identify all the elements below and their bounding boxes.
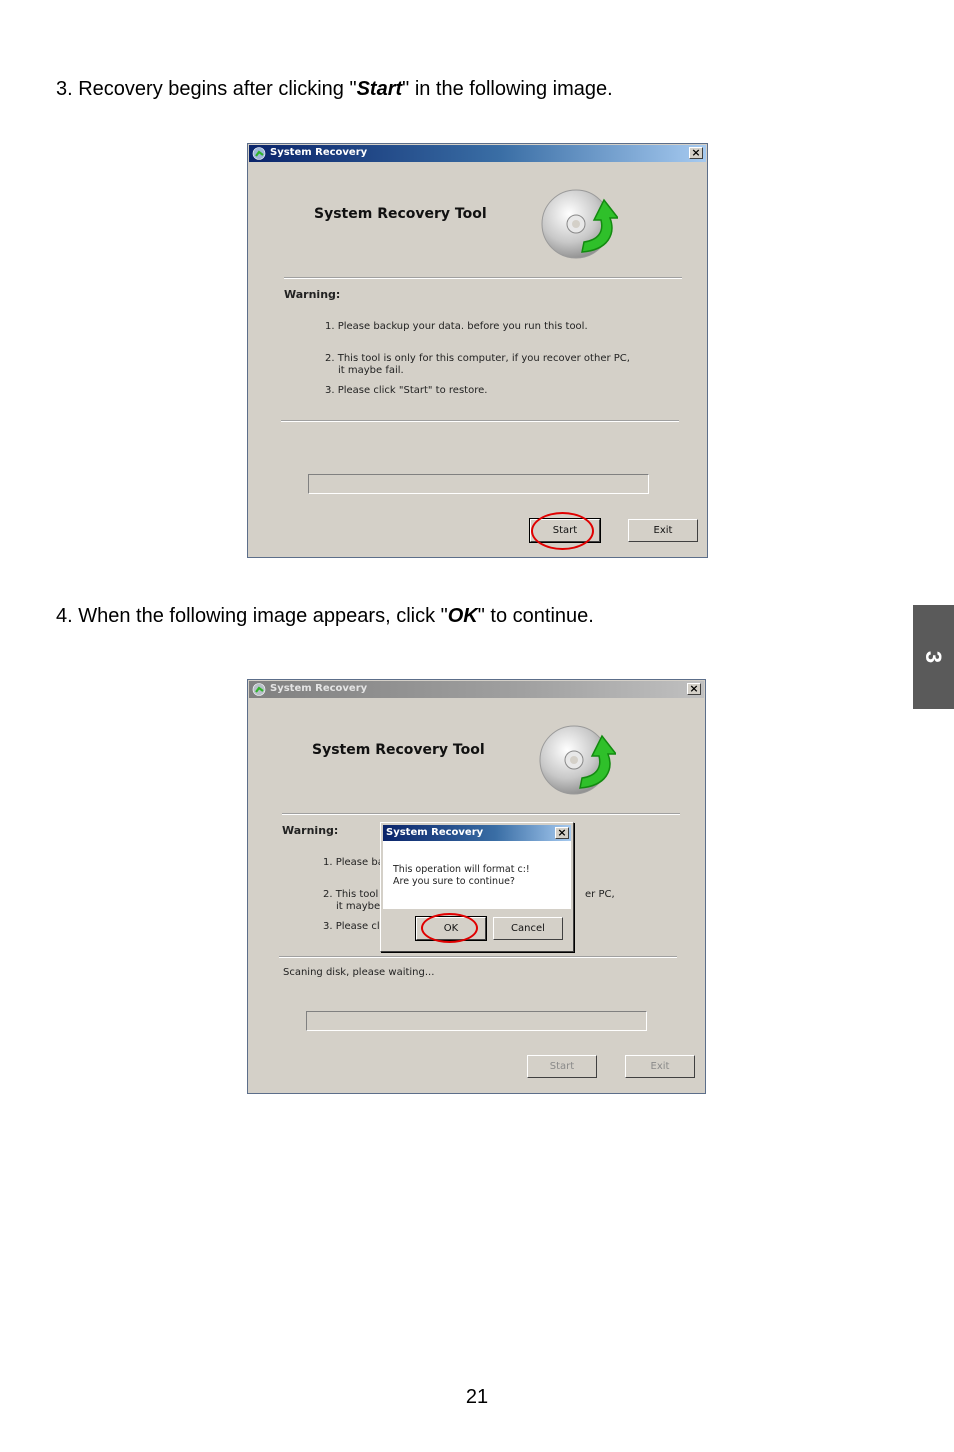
warning-label: Warning:: [282, 824, 339, 837]
dialog-message-line-2: Are you sure to continue?: [393, 876, 515, 887]
step-4-text: 4. When the following image appears, cli…: [56, 604, 594, 628]
warning-line-1: 1. Please backup your data. before you r…: [325, 321, 588, 332]
app-title: System Recovery Tool: [312, 742, 485, 758]
window-2-titlebar: System Recovery ×: [249, 681, 704, 698]
cancel-button[interactable]: Cancel: [493, 917, 563, 940]
start-button[interactable]: Start: [529, 518, 601, 543]
separator: [279, 956, 677, 958]
app-icon: [252, 683, 266, 696]
warning-line-2-tail: er PC,: [585, 889, 615, 900]
system-recovery-window-2: System Recovery × System Recovery Tool W…: [247, 679, 706, 1094]
separator: [282, 813, 680, 815]
step-3-text: 3. Recovery begins after clicking "Start…: [56, 77, 613, 101]
chapter-tab: 3: [913, 605, 954, 709]
exit-button[interactable]: Exit: [628, 519, 698, 542]
step-3-emphasis: Start: [356, 78, 403, 100]
warning-label: Warning:: [284, 288, 341, 301]
system-recovery-window-1: System Recovery × System Recovery Tool W…: [247, 143, 708, 558]
warning-line-1-partial: 1. Please ba: [323, 857, 384, 868]
start-button[interactable]: Start: [527, 1055, 597, 1078]
step-3-suffix: " in the following image.: [402, 78, 613, 100]
warning-line-2: 2. This tool is only for this computer, …: [325, 353, 630, 364]
exit-button[interactable]: Exit: [625, 1055, 695, 1078]
warning-line-3: 3. Please click "Start" to restore.: [325, 385, 488, 396]
dialog-message-area: This operation will format c:! Are you s…: [383, 841, 571, 909]
confirm-dialog: System Recovery × This operation will fo…: [380, 822, 574, 952]
warning-line-2b: it maybe fail.: [338, 365, 404, 376]
close-icon[interactable]: ×: [555, 827, 569, 839]
app-icon: [252, 147, 266, 160]
dialog-title: System Recovery: [386, 827, 484, 838]
dialog-message-line-1: This operation will format c:!: [393, 864, 530, 875]
window-1-titlebar: System Recovery ×: [249, 145, 706, 162]
window-2-title: System Recovery: [270, 683, 368, 694]
recovery-disc-icon: [539, 725, 616, 795]
status-text: Scaning disk, please waiting...: [283, 967, 435, 978]
app-title: System Recovery Tool: [314, 206, 487, 222]
separator: [284, 277, 682, 279]
ok-button[interactable]: OK: [415, 916, 487, 941]
warning-line-2b-partial: it maybe: [336, 901, 381, 912]
progress-bar: [306, 1011, 647, 1031]
warning-line-3-partial: 3. Please clic: [323, 921, 388, 932]
step-3-prefix: 3. Recovery begins after clicking ": [56, 78, 357, 100]
dialog-titlebar: System Recovery ×: [383, 825, 571, 841]
step-4-emphasis: OK: [447, 605, 478, 627]
step-4-suffix: " to continue.: [477, 605, 594, 627]
page-number: 21: [465, 1386, 489, 1408]
progress-bar: [308, 474, 649, 494]
recovery-disc-icon: [541, 189, 618, 259]
chapter-number: 3: [921, 650, 947, 664]
window-1-title: System Recovery: [270, 147, 368, 158]
step-4-prefix: 4. When the following image appears, cli…: [56, 605, 448, 627]
close-icon[interactable]: ×: [687, 683, 701, 695]
close-icon[interactable]: ×: [689, 147, 703, 159]
separator: [281, 420, 679, 422]
